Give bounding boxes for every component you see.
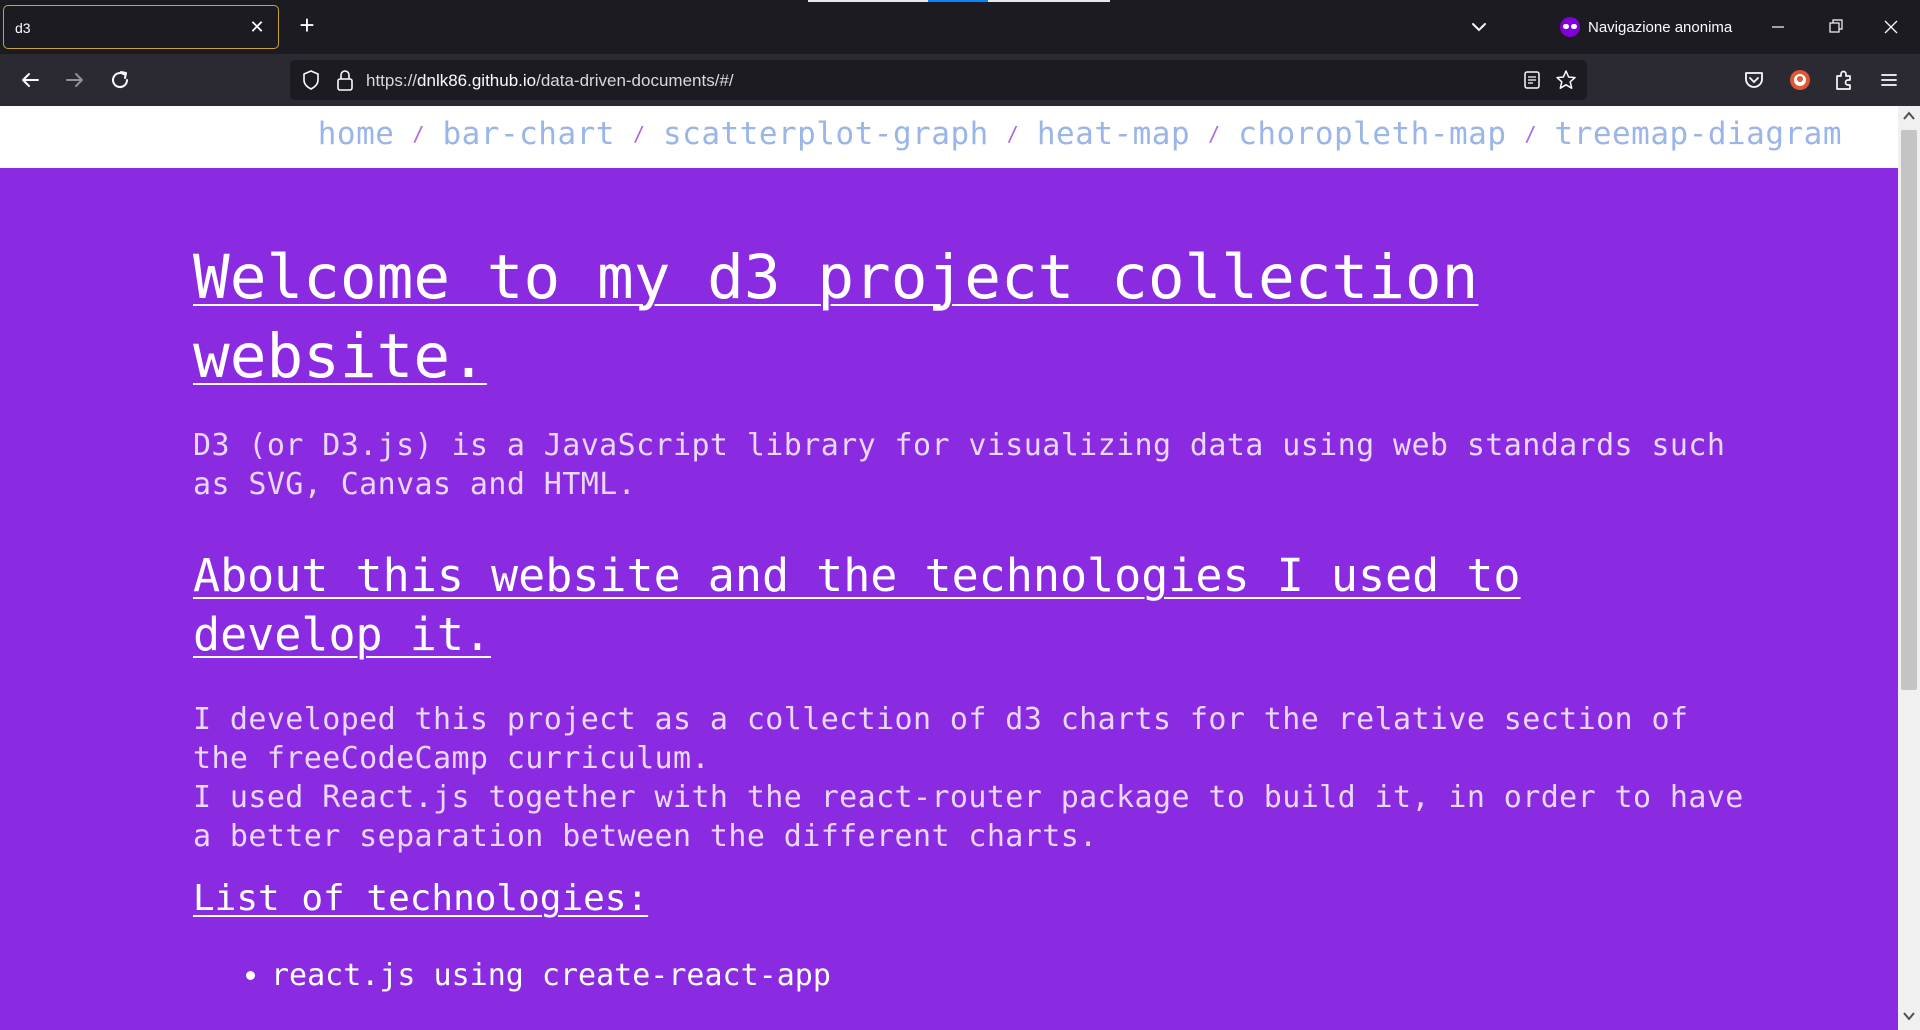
nav-link-heat-map[interactable]: heat-map	[1037, 116, 1190, 152]
technologies-list: react.js using create-react-app	[271, 956, 831, 996]
lock-icon[interactable]	[334, 68, 356, 92]
pocket-icon[interactable]	[1741, 67, 1767, 93]
duckduckgo-extension-icon[interactable]	[1787, 67, 1813, 93]
tracking-protection-shield-icon[interactable]	[300, 69, 322, 91]
about-heading: About this website and the technologies …	[193, 549, 1521, 661]
tab-close-icon[interactable]: ✕	[246, 15, 268, 39]
about-paragraph: I used React.js together with the react-…	[193, 780, 1744, 854]
url-text[interactable]: https://dnlk86.github.io/data-driven-doc…	[366, 71, 734, 91]
about-paragraph: I developed this project as a collection…	[193, 702, 1689, 776]
url-path: /data-driven-documents/#/	[536, 71, 734, 90]
browser-tab[interactable]: d3 ✕	[3, 5, 279, 49]
breadcrumb-separator: /	[1006, 122, 1019, 146]
hero-title: Welcome to my d3 project collection webs…	[193, 242, 1479, 392]
bookmark-star-icon[interactable]	[1555, 69, 1577, 91]
new-tab-button[interactable]: +	[294, 12, 320, 39]
scroll-down-arrow-icon[interactable]	[1902, 1010, 1916, 1022]
reload-icon[interactable]	[106, 66, 134, 94]
page-scrollbar[interactable]	[1898, 106, 1920, 1030]
forward-arrow-icon[interactable]	[61, 66, 89, 94]
close-window-icon[interactable]	[1876, 12, 1906, 42]
nav-link-scatterplot-graph[interactable]: scatterplot-graph	[663, 116, 989, 152]
private-browsing-indicator: Navigazione anonima	[1560, 16, 1732, 38]
nav-link-choropleth-map[interactable]: choropleth-map	[1238, 116, 1506, 152]
window-drag-indicator	[808, 0, 1110, 2]
private-browsing-label: Navigazione anonima	[1588, 18, 1733, 36]
intro-paragraph: D3 (or D3.js) is a JavaScript library fo…	[193, 428, 1726, 502]
tab-title: d3	[15, 20, 31, 36]
url-protocol: https://	[366, 71, 418, 90]
breadcrumb-separator: /	[1524, 122, 1537, 146]
back-arrow-icon[interactable]	[16, 66, 44, 94]
scroll-up-arrow-icon[interactable]	[1902, 110, 1916, 122]
nav-link-treemap-diagram[interactable]: treemap-diagram	[1555, 116, 1842, 152]
breadcrumb-separator: /	[412, 122, 425, 146]
private-mask-icon	[1560, 17, 1580, 37]
site-header: home / bar-chart / scatterplot-graph / h…	[0, 106, 1898, 168]
about-body: I developed this project as a collection…	[193, 700, 1753, 856]
scrollbar-thumb[interactable]	[1901, 130, 1917, 690]
nav-link-bar-chart[interactable]: bar-chart	[442, 116, 614, 152]
extensions-puzzle-icon[interactable]	[1831, 67, 1857, 93]
breadcrumb-separator: /	[1208, 122, 1221, 146]
restore-icon[interactable]	[1821, 12, 1851, 42]
nav-link-home[interactable]: home	[318, 116, 395, 152]
page-viewport: home / bar-chart / scatterplot-graph / h…	[0, 106, 1920, 1030]
reader-view-icon[interactable]	[1522, 70, 1542, 90]
list-all-tabs-icon[interactable]	[1466, 14, 1492, 40]
url-bar[interactable]: https://dnlk86.github.io/data-driven-doc…	[290, 60, 1587, 100]
hamburger-menu-icon[interactable]	[1876, 67, 1902, 93]
list-item: react.js using create-react-app	[271, 956, 831, 996]
breadcrumb-separator: /	[632, 122, 645, 146]
technologies-heading: List of technologies:	[193, 878, 649, 919]
browser-titlebar: d3 ✕ + Navigazione anonima	[0, 0, 1920, 54]
breadcrumb-nav: home / bar-chart / scatterplot-graph / h…	[318, 116, 1842, 152]
url-host: dnlk86.github.io	[417, 71, 537, 90]
minimize-icon[interactable]	[1763, 12, 1793, 42]
navigation-toolbar: https://dnlk86.github.io/data-driven-doc…	[0, 54, 1920, 106]
